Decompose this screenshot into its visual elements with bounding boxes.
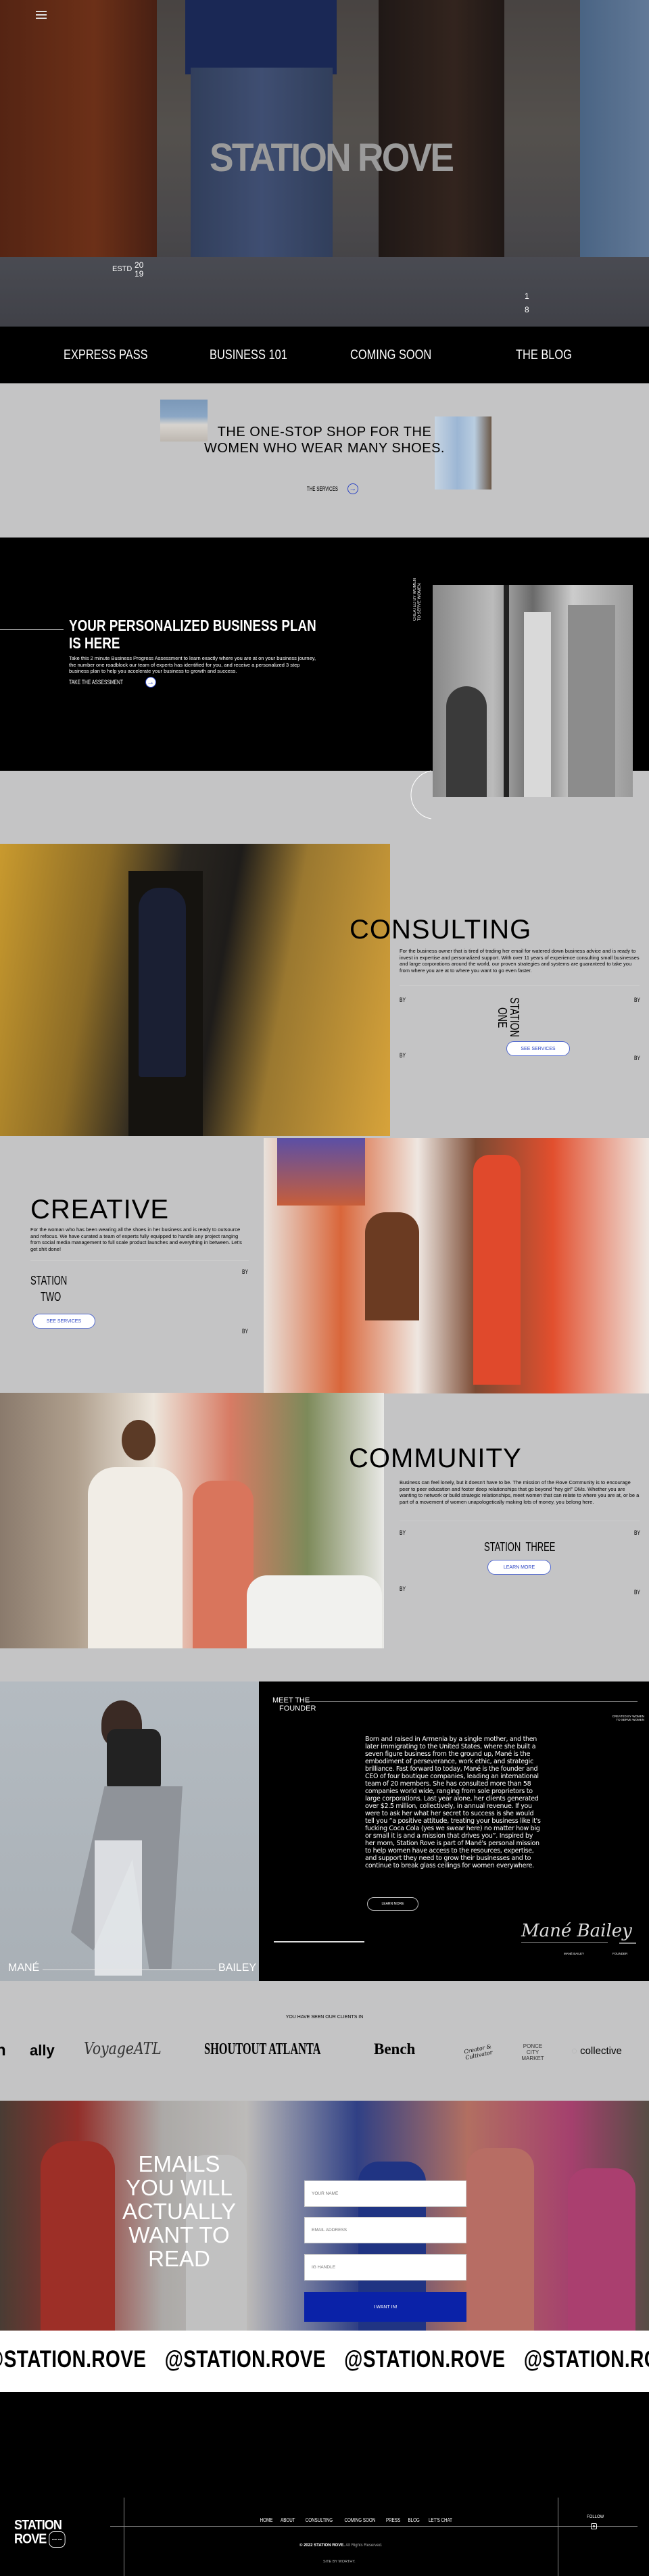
collective-mark-icon: ◌ bbox=[571, 2045, 577, 2057]
by-label: BY bbox=[634, 1055, 641, 1062]
nav-express-pass[interactable]: EXPRESS PASS bbox=[64, 348, 148, 363]
the-services-link[interactable]: THE SERVICES → bbox=[300, 483, 358, 494]
founder-bio: Born and raised in Armenia by a single m… bbox=[365, 1736, 541, 1869]
client-logo-ponce-city-market: PONCE CITY MARKET bbox=[521, 2043, 544, 2061]
ig-handle-input[interactable] bbox=[304, 2254, 466, 2281]
by-label: BY bbox=[634, 1589, 641, 1596]
footer-logo[interactable]: STATION ROVE ESTD. 2019 bbox=[14, 2519, 66, 2548]
nav-coming-soon[interactable]: COMING SOON bbox=[350, 348, 431, 363]
community-learn-more-button[interactable]: LEARN MORE bbox=[487, 1560, 551, 1575]
footer: STATION ROVE ESTD. 2019 HOME ABOUT CONSU… bbox=[0, 2392, 649, 2576]
marquee-handle[interactable]: @STATION.ROVE bbox=[0, 2346, 146, 2372]
marquee-handle[interactable]: @STATION.ROVE bbox=[344, 2346, 505, 2372]
footer-link-coming-soon[interactable]: COMING SOON bbox=[345, 2517, 376, 2523]
hero-side-number-top: 1 bbox=[525, 291, 529, 301]
footer-link-press[interactable]: PRESS bbox=[386, 2517, 400, 2523]
nav-business-101[interactable]: BUSINESS 101 bbox=[210, 348, 287, 363]
hero-title: STATION ROVE bbox=[210, 136, 454, 180]
community-photo-street bbox=[0, 1393, 384, 1648]
station-two-word: STATION bbox=[30, 1274, 68, 1287]
arrow-right-icon: → bbox=[145, 677, 156, 688]
instagram-handle-marquee: @STATION.ROVE @STATION.ROVE @STATION.ROVE @… bbox=[0, 2331, 649, 2395]
client-logo-ally: ally bbox=[30, 2042, 55, 2059]
signature-name: MANÉ BAILEY bbox=[564, 1952, 585, 1955]
hero-side-number-bottom: 8 bbox=[525, 305, 529, 314]
follow-label: FOLLOW bbox=[587, 2515, 604, 2519]
community-title: COMMUNITY bbox=[349, 1444, 522, 1473]
footer-nav: HOME ABOUT CONSULTING COMING SOON PRESS … bbox=[258, 2517, 456, 2523]
founder-last-name: BAILEY bbox=[218, 1962, 257, 1974]
consulting-title: CONSULTING bbox=[350, 915, 532, 945]
assessment-photo-bw-women bbox=[433, 585, 633, 797]
client-logo-shoutout-atlanta: SHOUTOUT ATLANTA bbox=[204, 2041, 321, 2058]
estd-badge: ESTD. 2019 bbox=[49, 2531, 66, 2548]
consulting-see-services-button[interactable]: SEE SERVICES bbox=[506, 1041, 570, 1056]
newsletter-title: EMAILS YOU WILL ACTUALLY WANT TO READ bbox=[122, 2151, 237, 2271]
client-logo-voyageatl: VoyageATL bbox=[84, 2039, 162, 2058]
creative-see-services-button[interactable]: SEE SERVICES bbox=[32, 1314, 95, 1329]
copyright: © 2022 STATION ROVE. All Rights Reserved… bbox=[299, 2544, 383, 2548]
assessment-title: YOUR PERSONALIZED BUSINESS PLAN IS HERE bbox=[69, 617, 316, 652]
email-address-input[interactable] bbox=[304, 2217, 466, 2243]
divider bbox=[30, 1260, 249, 1261]
community-body: Business can feel lonely, but it doesn't… bbox=[400, 1479, 640, 1505]
main-nav: EXPRESS PASS BUSINESS 101 COMING SOON TH… bbox=[0, 327, 649, 383]
intro-headline: THE ONE-STOP SHOP FOR THE WOMEN WHO WEAR… bbox=[204, 425, 445, 456]
hamburger-menu-icon[interactable] bbox=[36, 11, 47, 20]
footer-link-about[interactable]: ABOUT bbox=[281, 2517, 295, 2523]
marquee-handle[interactable]: @STATION.ROVE bbox=[524, 2346, 649, 2372]
by-label: BY bbox=[242, 1328, 249, 1335]
take-assessment-button[interactable]: TAKE THE ASSESSMENT → bbox=[69, 677, 156, 688]
consulting-body: For the business owner that is tired of … bbox=[400, 948, 640, 974]
footer-link-consulting[interactable]: CONSULTING bbox=[305, 2517, 332, 2523]
assessment-body: Take this 2 minute Business Progress Ass… bbox=[69, 655, 316, 674]
by-label: BY bbox=[242, 1268, 249, 1275]
footer-link-lets-chat[interactable]: LET'S CHAT bbox=[429, 2517, 452, 2523]
station-three-label: STATION THREE bbox=[484, 1540, 556, 1554]
by-label: BY bbox=[634, 997, 641, 1003]
divider-line bbox=[274, 1941, 364, 1942]
creative-photo-train bbox=[264, 1138, 649, 1393]
creative-body: For the woman who has been wearing all t… bbox=[30, 1226, 242, 1252]
footer-link-home[interactable]: HOME bbox=[260, 2517, 273, 2523]
footer-link-blog[interactable]: BLOG bbox=[408, 2517, 420, 2523]
by-label: BY bbox=[400, 997, 406, 1003]
founder-portrait-photo: MANÉ BAILEY bbox=[0, 1681, 259, 1981]
hero-section: ESTD 20 19 STATION ROVE 1 8 bbox=[0, 0, 649, 2576]
by-label: BY bbox=[400, 1529, 406, 1536]
by-label: BY bbox=[400, 1585, 406, 1592]
estd-label: ESTD bbox=[112, 265, 133, 273]
instagram-icon[interactable] bbox=[591, 2523, 597, 2529]
site-credit-link[interactable]: SITE BY WORTHY. bbox=[323, 2560, 356, 2564]
signature-role: FOUNDER bbox=[612, 1952, 628, 1955]
founder-learn-more-button[interactable]: LEARN MORE bbox=[367, 1897, 418, 1911]
client-logo-partial: n bbox=[0, 2041, 6, 2059]
created-by-women-tagline: CREATED BY WOMEN TO SERVE WOMEN bbox=[413, 578, 422, 621]
by-label: BY bbox=[400, 1052, 406, 1059]
clients-heading: YOU HAVE SEEN OUR CLIENTS IN bbox=[285, 2015, 364, 2020]
decorative-circle-outline bbox=[410, 770, 432, 819]
your-name-input[interactable] bbox=[304, 2180, 466, 2207]
nav-the-blog[interactable]: THE BLOG bbox=[516, 348, 572, 363]
client-logo-bench: Bench bbox=[374, 2041, 416, 2057]
arrow-right-icon: → bbox=[347, 483, 358, 494]
station-two-num: TWO bbox=[41, 1290, 62, 1304]
founder-signature: Mané Bailey bbox=[521, 1921, 632, 1941]
founder-first-name: MANÉ bbox=[8, 1962, 40, 1974]
consulting-photo-escalator bbox=[0, 844, 390, 1136]
divider-line bbox=[0, 629, 64, 630]
creative-title: CREATIVE bbox=[30, 1195, 170, 1224]
founder-tagline: CREATED BY WOMEN TO SERVE WOMEN bbox=[612, 1715, 644, 1721]
client-logo-collective: ◌ collective bbox=[571, 2045, 622, 2057]
meet-the-founder-heading: MEET THE FOUNDER bbox=[272, 1696, 316, 1713]
marquee-handle[interactable]: @STATION.ROVE bbox=[165, 2346, 326, 2372]
estd-year-bottom: 19 bbox=[135, 269, 144, 279]
by-label: BY bbox=[634, 1529, 641, 1536]
i-want-in-submit-button[interactable]: I WANT IN! bbox=[304, 2292, 466, 2322]
divider bbox=[400, 985, 640, 986]
